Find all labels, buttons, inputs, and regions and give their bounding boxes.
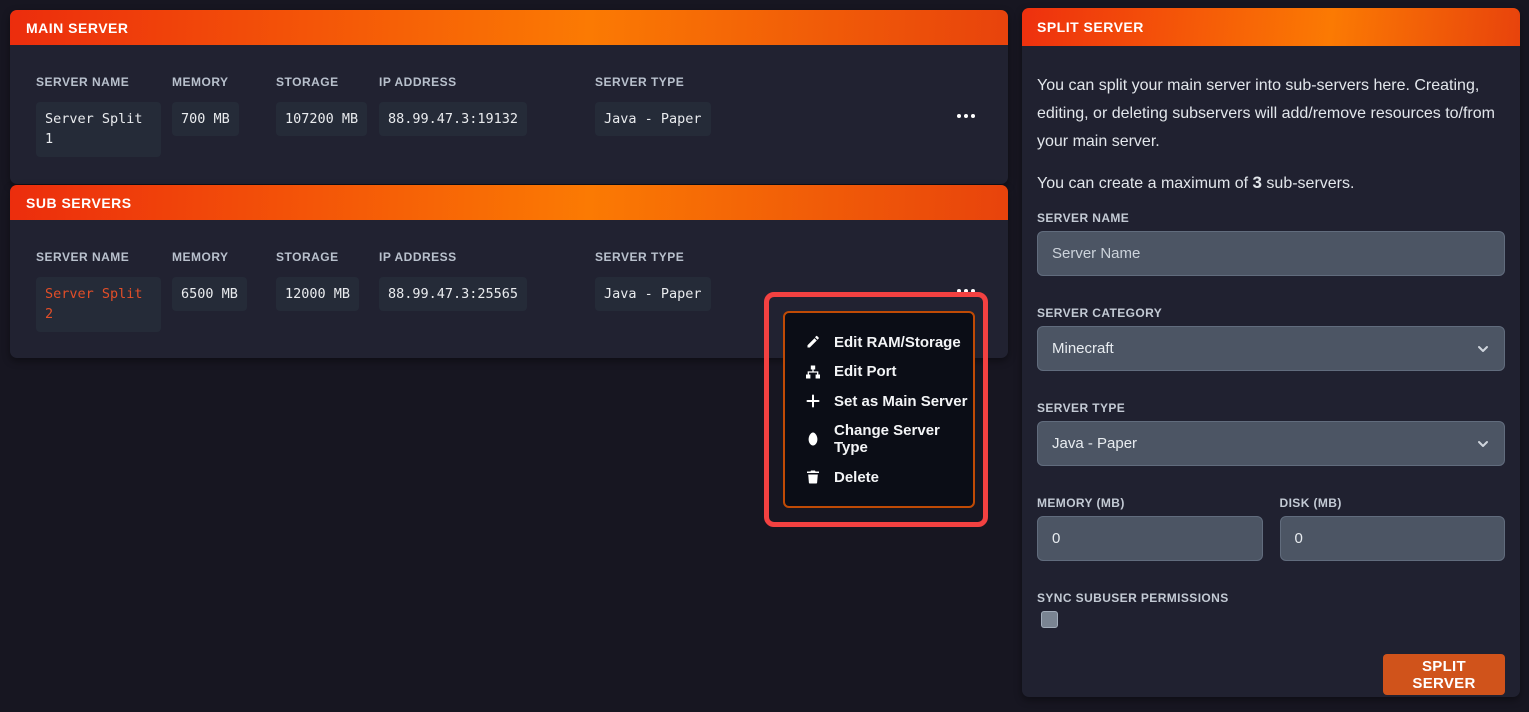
server-category-value: Minecraft [1052, 340, 1114, 357]
ellipsis-icon [957, 114, 961, 118]
server-name-input[interactable] [1037, 231, 1505, 276]
sub-servers-title: SUB SERVERS [26, 195, 132, 211]
memory-label: MEMORY (MB) [1037, 496, 1263, 508]
main-server-memory-value: 700 MB [172, 102, 239, 136]
main-server-title: MAIN SERVER [26, 20, 128, 36]
split-server-button[interactable]: SPLIT SERVER [1383, 654, 1505, 695]
plus-icon [805, 393, 821, 409]
main-server-type-value: Java - Paper [595, 102, 711, 136]
main-col-type: SERVER TYPE Java - Paper [595, 75, 711, 136]
main-col-storage: STORAGE 107200 MB [276, 75, 367, 136]
sub-servers-header: SUB SERVERS [10, 185, 1008, 220]
egg-icon [805, 431, 821, 447]
column-header-ip: IP ADDRESS [379, 250, 527, 264]
main-server-name-value: Server Split 1 [36, 102, 161, 157]
main-col-name: SERVER NAME Server Split 1 [36, 75, 161, 157]
split-server-panel-title: SPLIT SERVER [1037, 19, 1144, 35]
sub-col-ip: IP ADDRESS 88.99.47.3:25565 [379, 250, 527, 311]
main-col-memory: MEMORY 700 MB [172, 75, 239, 136]
server-category-select[interactable]: Minecraft [1037, 326, 1505, 371]
split-server-page: MAIN SERVER SERVER NAME Server Split 1 M… [0, 0, 1529, 712]
chevron-down-icon [1476, 437, 1490, 451]
menu-item-change-server-type[interactable]: Change Server Type [805, 422, 973, 456]
max-subservers-note: You can create a maximum of 3 sub-server… [1037, 172, 1505, 195]
menu-item-edit-ram-storage[interactable]: Edit RAM/Storage [805, 334, 973, 351]
ellipsis-icon [957, 289, 961, 293]
server-type-value: Java - Paper [1052, 435, 1137, 452]
main-server-card: MAIN SERVER SERVER NAME Server Split 1 M… [10, 10, 1008, 184]
disk-field-group: DISK (MB) [1280, 466, 1506, 561]
sync-subuser-permissions-label: SYNC SUBUSER PERMISSIONS [1037, 591, 1505, 603]
main-server-header: MAIN SERVER [10, 10, 1008, 45]
pencil-icon [805, 334, 821, 350]
ellipsis-icon [964, 114, 968, 118]
column-header-memory: MEMORY [172, 250, 247, 264]
main-server-ellipsis-menu-button[interactable] [948, 105, 984, 127]
sub-server-memory-value: 6500 MB [172, 277, 247, 311]
ellipsis-icon [971, 289, 975, 293]
column-header-ip: IP ADDRESS [379, 75, 527, 89]
sub-server-storage-value: 12000 MB [276, 277, 359, 311]
server-category-label: SERVER CATEGORY [1037, 306, 1505, 318]
split-server-panel-header: SPLIT SERVER [1022, 8, 1520, 46]
sub-server-ip-value: 88.99.47.3:25565 [379, 277, 527, 311]
column-header-server-name: SERVER NAME [36, 250, 161, 264]
split-server-panel-body: You can split your main server into sub-… [1022, 72, 1520, 695]
column-header-storage: STORAGE [276, 250, 359, 264]
trash-icon [805, 469, 821, 485]
sub-col-type: SERVER TYPE Java - Paper [595, 250, 711, 311]
menu-item-delete[interactable]: Delete [805, 469, 973, 486]
sub-server-context-menu: Edit RAM/Storage Edit Port Set as Main S… [783, 311, 975, 508]
submit-row: SPLIT SERVER [1037, 654, 1505, 695]
sub-col-storage: STORAGE 12000 MB [276, 250, 359, 311]
main-server-storage-value: 107200 MB [276, 102, 367, 136]
disk-input[interactable] [1280, 516, 1506, 561]
ellipsis-icon [964, 289, 968, 293]
column-header-storage: STORAGE [276, 75, 367, 89]
ellipsis-icon [971, 114, 975, 118]
menu-item-set-as-main-server[interactable]: Set as Main Server [805, 393, 973, 410]
column-header-server-name: SERVER NAME [36, 75, 161, 89]
max-subservers-count: 3 [1253, 173, 1262, 192]
server-type-label: SERVER TYPE [1037, 401, 1505, 413]
menu-item-edit-port[interactable]: Edit Port [805, 363, 973, 380]
memory-field-group: MEMORY (MB) [1037, 466, 1263, 561]
main-server-body: SERVER NAME Server Split 1 MEMORY 700 MB… [10, 45, 1008, 184]
sitemap-icon [805, 364, 821, 380]
column-header-type: SERVER TYPE [595, 250, 711, 264]
sync-subuser-permissions-checkbox[interactable] [1041, 611, 1058, 628]
sub-server-type-value: Java - Paper [595, 277, 711, 311]
main-col-ip: IP ADDRESS 88.99.47.3:19132 [379, 75, 527, 136]
memory-disk-row: MEMORY (MB) DISK (MB) [1037, 466, 1505, 561]
main-server-ip-value: 88.99.47.3:19132 [379, 102, 527, 136]
server-type-select[interactable]: Java - Paper [1037, 421, 1505, 466]
sub-server-ellipsis-menu-button[interactable] [948, 280, 984, 302]
disk-label: DISK (MB) [1280, 496, 1506, 508]
sub-col-memory: MEMORY 6500 MB [172, 250, 247, 311]
sub-col-name: SERVER NAME Server Split 2 [36, 250, 161, 332]
split-server-description: You can split your main server into sub-… [1037, 72, 1505, 156]
memory-input[interactable] [1037, 516, 1263, 561]
chevron-down-icon [1476, 342, 1490, 356]
column-header-type: SERVER TYPE [595, 75, 711, 89]
server-name-label: SERVER NAME [1037, 211, 1505, 223]
column-header-memory: MEMORY [172, 75, 239, 89]
sub-server-name-value: Server Split 2 [36, 277, 161, 332]
split-server-panel: SPLIT SERVER You can split your main ser… [1022, 8, 1520, 697]
